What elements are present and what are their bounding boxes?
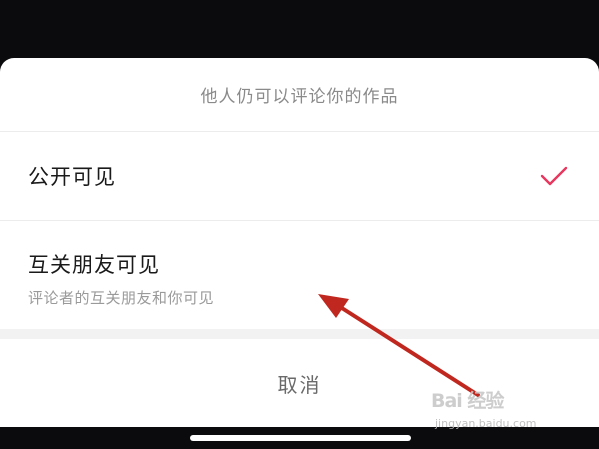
sheet-header: 他人仍可以评论你的作品 [0, 58, 599, 132]
sheet-header-text: 他人仍可以评论你的作品 [200, 87, 399, 107]
cancel-label: 取消 [277, 373, 322, 397]
baidu-jingyan-watermark: Bai 经验 jingyan.baidu.com [431, 386, 561, 436]
option-mutual-friends-label: 互关朋友可见 [28, 253, 160, 277]
home-indicator[interactable] [190, 435, 411, 441]
watermark-logo: Bai 经验 [431, 390, 504, 412]
option-mutual-friends[interactable]: 互关朋友可见 评论者的互关朋友和你可见 [0, 221, 599, 329]
check-icon [540, 166, 568, 186]
comment-visibility-sheet: 他人仍可以评论你的作品 公开可见 互关朋友可见 评论者的互关朋友和你可见 取消 [0, 58, 599, 427]
option-mutual-friends-description: 评论者的互关朋友和你可见 [28, 289, 215, 307]
option-public[interactable]: 公开可见 [0, 132, 599, 221]
phone-screen: 他人仍可以评论你的作品 公开可见 互关朋友可见 评论者的互关朋友和你可见 取消 … [0, 0, 599, 449]
section-divider [0, 329, 599, 339]
watermark-url: jingyan.baidu.com [435, 417, 537, 430]
option-public-label: 公开可见 [28, 165, 116, 189]
